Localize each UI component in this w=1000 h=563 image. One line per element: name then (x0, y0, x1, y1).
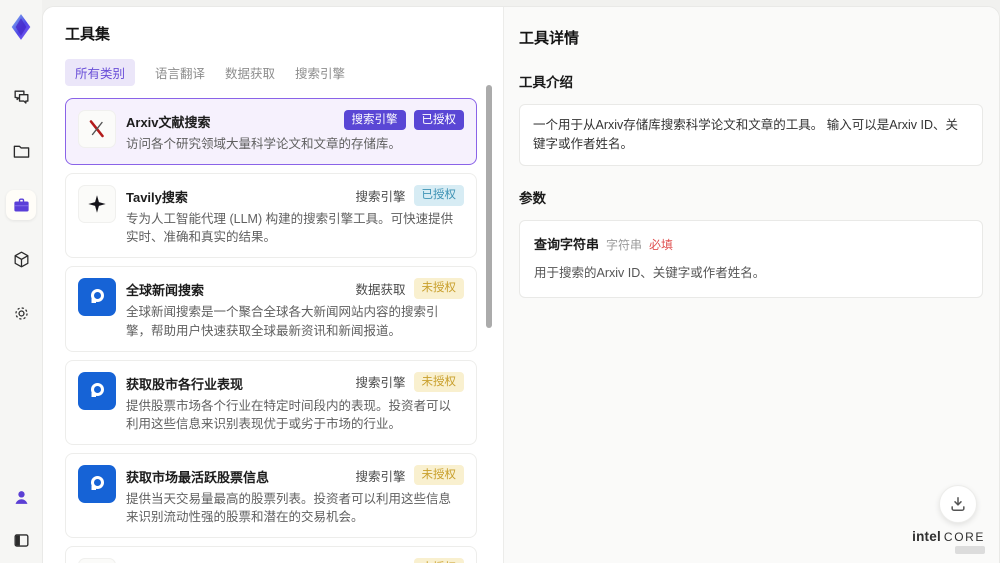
auth-status-badge: 未授权 (413, 278, 464, 299)
briefcase-icon (13, 197, 29, 211)
tool-desc: 提供股票市场各个行业在特定时间段内的表现。投资者可以利用这些信息来识别表现优于或… (126, 398, 452, 431)
building-icon (78, 558, 116, 563)
param-card: 查询字符串 字符串 必填 用于搜索的Arxiv ID、关键字或作者姓名。 (519, 219, 983, 298)
news-logo-icon (78, 278, 116, 317)
tool-card-regional-news[interactable]: 万维地区新闻查询 搜索引擎 未授权 查询具体行政区划内的新闻，快速了解各地新闻动 (65, 546, 477, 563)
param-name: 查询字符串 (534, 236, 600, 252)
user-icon (15, 490, 27, 504)
tavily-star-icon (78, 185, 116, 224)
tab-all-categories[interactable]: 所有类别 (65, 59, 136, 86)
intel-core-logo: intel CORE (912, 529, 985, 554)
news-logo-icon (78, 464, 116, 503)
package-icon (14, 251, 28, 267)
brand-intel-label: intel (912, 529, 941, 544)
sidebar-item-chat[interactable] (6, 82, 36, 112)
brand-core-label: CORE (943, 530, 985, 544)
auth-status-badge: 已授权 (413, 110, 464, 131)
arxiv-logo-icon (78, 110, 116, 148)
category-badge: 搜索引擎 (343, 110, 406, 131)
user-avatar[interactable] (6, 482, 36, 512)
app-logo-gem-icon (7, 13, 35, 41)
panel-toggle[interactable] (6, 525, 36, 555)
auth-status-badge: 已授权 (413, 185, 464, 206)
sidebar-item-files[interactable] (6, 136, 36, 166)
details-title: 工具详情 (519, 30, 580, 47)
toolset-pane: 工具集 所有类别 语言翻译 数据获取 搜索引擎 Arxiv文献搜索 搜索引擎 已… (43, 7, 504, 563)
tool-card-stock-sector[interactable]: 获取股市各行业表现 搜索引擎 未授权 提供股票市场各个行业在特定时间段内的表现。… (65, 359, 477, 445)
intro-card: 一个用于从Arxiv存储库搜索科学论文和文章的工具。 输入可以是Arxiv ID… (519, 104, 983, 166)
tool-list: Arxiv文献搜索 搜索引擎 已授权 访问各个研究领域大量科学论文和文章的存储库… (65, 98, 477, 563)
panel-toggle-icon (13, 533, 29, 547)
tool-title: Arxiv文献搜索 (126, 115, 211, 130)
main-shell: 工具集 所有类别 语言翻译 数据获取 搜索引擎 Arxiv文献搜索 搜索引擎 已… (42, 6, 1000, 563)
tool-title: 万维地区新闻查询 (126, 558, 230, 563)
tool-card-active-stocks[interactable]: 获取市场最活跃股票信息 搜索引擎 未授权 提供当天交易量最高的股票列表。投资者可… (65, 452, 477, 539)
app-rail (0, 0, 42, 563)
tool-card-tavily[interactable]: Tavily搜索 搜索引擎 已授权 专为人工智能代理 (LLM) 构建的搜索引擎… (65, 173, 477, 259)
tab-translation[interactable]: 语言翻译 (155, 59, 205, 86)
tool-desc: 提供当天交易量最高的股票列表。投资者可以利用这些信息来识别流动性强的股票和潜在的… (126, 491, 452, 524)
download-button[interactable] (939, 485, 977, 523)
news-logo-icon (78, 371, 116, 410)
param-required-flag: 必填 (649, 237, 674, 252)
gear-icon (14, 306, 28, 320)
tool-details-pane: 工具详情 工具介绍 一个用于从Arxiv存储库搜索科学论文和文章的工具。 输入可… (504, 7, 999, 563)
tool-title: 获取股市各行业表现 (126, 376, 244, 392)
tool-title: Tavily搜索 (126, 190, 188, 206)
param-type: 字符串 (606, 237, 643, 252)
tool-card-arxiv[interactable]: Arxiv文献搜索 搜索引擎 已授权 访问各个研究领域大量科学论文和文章的存储库… (65, 98, 477, 166)
auth-status-badge: 未授权 (413, 371, 464, 392)
tool-card-global-news[interactable]: 全球新闻搜索 数据获取 未授权 全球新闻搜索是一个聚合全球各大新闻网站内容的搜索… (65, 266, 477, 352)
tab-search-engine[interactable]: 搜索引擎 (295, 59, 345, 86)
param-desc: 用于搜索的Arxiv ID、关键字或作者姓名。 (534, 265, 766, 280)
category-tabs: 所有类别 语言翻译 数据获取 搜索引擎 (65, 59, 477, 86)
sidebar-item-settings[interactable] (6, 298, 36, 328)
auth-status-badge: 未授权 (413, 464, 464, 486)
tool-title: 全球新闻搜索 (126, 283, 205, 299)
category-label: 搜索引擎 (355, 376, 406, 391)
tool-desc: 访问各个研究领域大量科学论文和文章的存储库。 (126, 137, 402, 151)
sidebar-item-tools[interactable] (6, 190, 36, 220)
tool-desc: 全球新闻搜索是一个聚合全球各大新闻网站内容的搜索引擎，帮助用户快速获取全球最新资… (126, 305, 439, 338)
folder-icon (13, 145, 29, 158)
scrollbar[interactable] (486, 85, 492, 328)
category-label: 搜索引擎 (355, 469, 406, 484)
tool-title: 获取市场最活跃股票信息 (126, 469, 270, 485)
chat-icon (13, 89, 29, 104)
sidebar-item-packages[interactable] (6, 244, 36, 274)
intro-heading: 工具介绍 (519, 75, 573, 90)
page-title: 工具集 (65, 26, 111, 43)
category-label: 数据获取 (355, 283, 406, 298)
tab-data-fetch[interactable]: 数据获取 (225, 59, 275, 86)
category-label: 搜索引擎 (355, 559, 405, 563)
params-heading: 参数 (519, 190, 546, 206)
auth-status-badge: 未授权 (413, 558, 464, 563)
tool-desc: 专为人工智能代理 (LLM) 构建的搜索引擎工具。可快速提供实时、准确和真实的结… (126, 212, 454, 245)
brand-sub-badge (955, 546, 985, 554)
download-icon (951, 497, 965, 511)
category-label: 搜索引擎 (355, 189, 406, 204)
